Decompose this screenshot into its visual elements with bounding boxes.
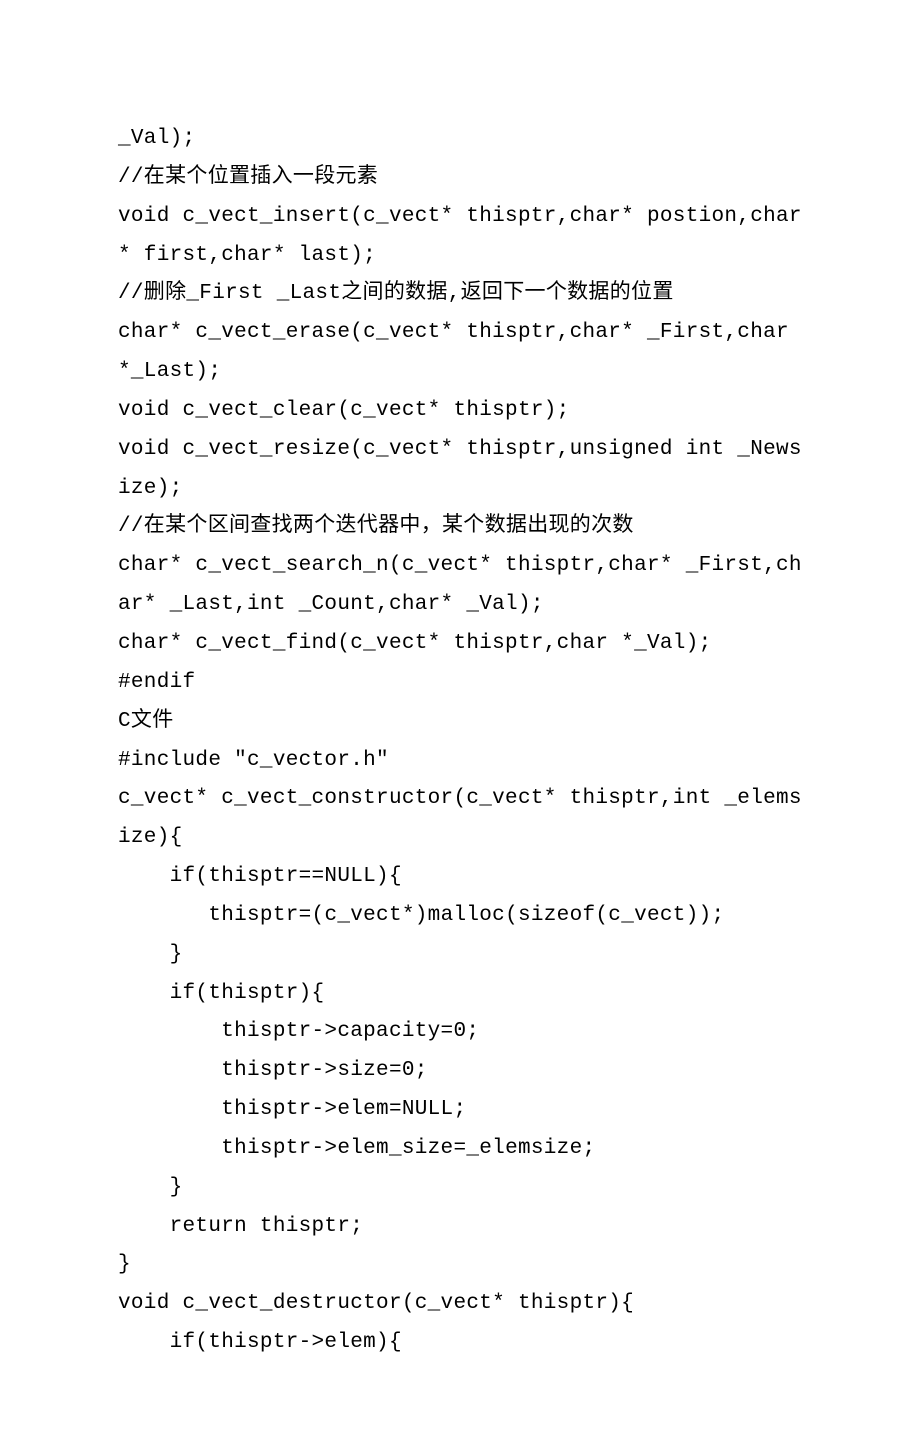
code-line: //删除_First _Last之间的数据,返回下一个数据的位置 [118, 275, 802, 314]
code-line: _Val); [118, 120, 802, 159]
code-line: void c_vect_resize(c_vect* thisptr,unsig… [118, 431, 802, 509]
code-line: thisptr=(c_vect*)malloc(sizeof(c_vect)); [118, 897, 802, 936]
code-line: if(thisptr==NULL){ [118, 858, 802, 897]
code-line: thisptr->size=0; [118, 1052, 802, 1091]
code-line: c_vect* c_vect_constructor(c_vect* thisp… [118, 780, 802, 858]
code-line: char* c_vect_find(c_vect* thisptr,char *… [118, 625, 802, 664]
code-line: } [118, 1169, 802, 1208]
code-line: #include "c_vector.h" [118, 742, 802, 781]
code-line: C文件 [118, 703, 802, 742]
code-line: thisptr->capacity=0; [118, 1013, 802, 1052]
code-line: //在某个区间查找两个迭代器中，某个数据出现的次数 [118, 508, 802, 547]
code-line: char* c_vect_search_n(c_vect* thisptr,ch… [118, 547, 802, 625]
code-line: char* c_vect_erase(c_vect* thisptr,char*… [118, 314, 802, 392]
code-line: thisptr->elem=NULL; [118, 1091, 802, 1130]
code-line: return thisptr; [118, 1208, 802, 1247]
code-line: void c_vect_destructor(c_vect* thisptr){ [118, 1285, 802, 1324]
code-line: void c_vect_insert(c_vect* thisptr,char*… [118, 198, 802, 276]
code-line: } [118, 1246, 802, 1285]
code-line: #endif [118, 664, 802, 703]
code-line: thisptr->elem_size=_elemsize; [118, 1130, 802, 1169]
code-line: if(thisptr){ [118, 975, 802, 1014]
code-line: } [118, 936, 802, 975]
code-line: //在某个位置插入一段元素 [118, 159, 802, 198]
code-line: if(thisptr->elem){ [118, 1324, 802, 1363]
code-line: void c_vect_clear(c_vect* thisptr); [118, 392, 802, 431]
document-page: _Val); //在某个位置插入一段元素 void c_vect_insert(… [0, 0, 920, 1443]
